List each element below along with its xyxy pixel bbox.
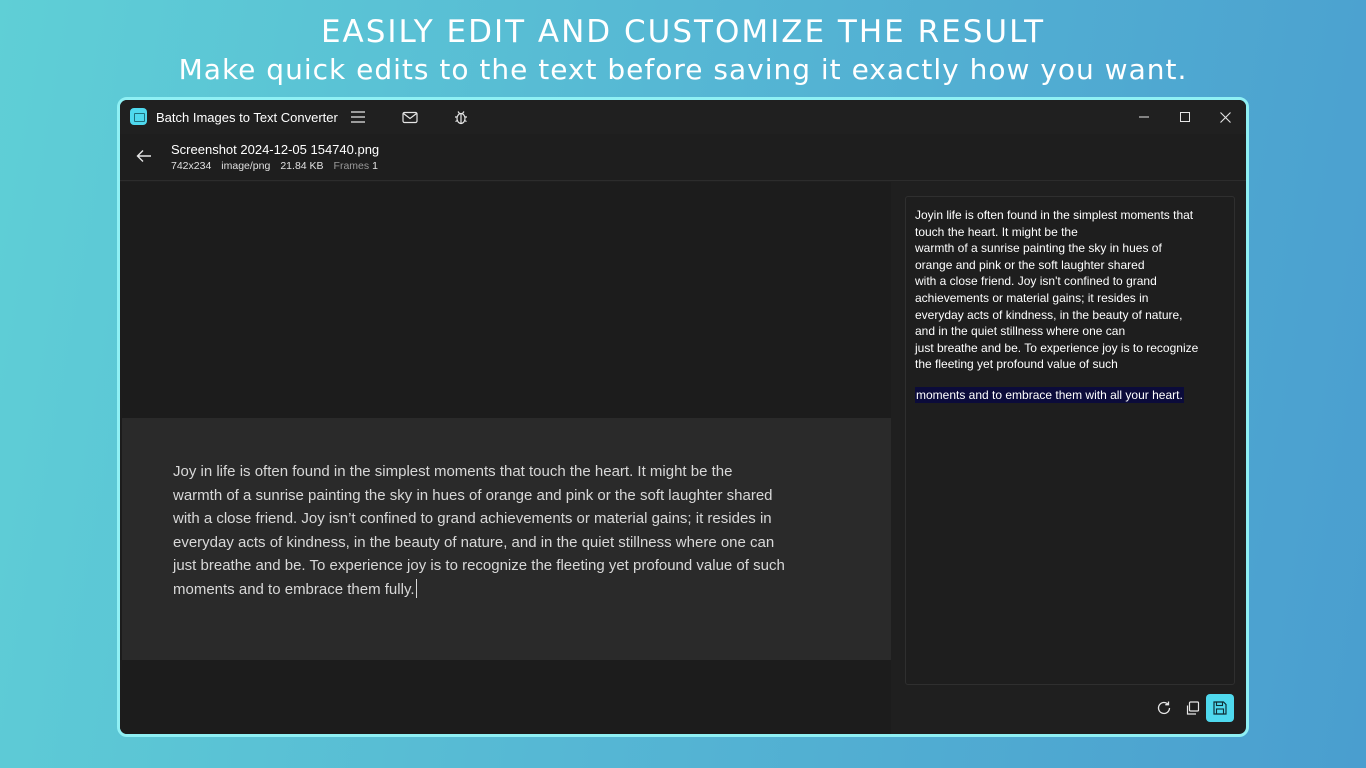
copy-button[interactable] xyxy=(1179,695,1205,721)
frames-info: Frames 1 xyxy=(334,160,378,172)
file-name: Screenshot 2024-12-05 154740.png xyxy=(171,142,380,157)
file-mime: image/png xyxy=(221,160,271,172)
app-title: Batch Images to Text Converter xyxy=(156,110,338,125)
refresh-button[interactable] xyxy=(1151,695,1177,721)
source-image: Joy in life is often found in the simple… xyxy=(122,418,891,660)
result-text-editor[interactable]: Joyin life is often found in the simples… xyxy=(905,196,1235,685)
save-icon xyxy=(1213,701,1227,715)
close-icon xyxy=(1219,111,1231,123)
back-button[interactable] xyxy=(132,144,156,168)
minimize-icon xyxy=(1139,116,1149,118)
bug-icon[interactable] xyxy=(448,104,474,130)
source-image-text: Joy in life is often found in the simple… xyxy=(173,460,843,601)
text-caret xyxy=(415,578,417,598)
maximize-button[interactable] xyxy=(1165,100,1205,134)
back-arrow-icon xyxy=(136,150,151,162)
copy-icon xyxy=(1186,700,1199,715)
frames-label: Frames xyxy=(333,160,370,172)
image-preview-area: Joy in life is often found in the simple… xyxy=(120,182,891,734)
hero-title: EASILY EDIT AND CUSTOMIZE THE RESULT xyxy=(320,14,1046,50)
hero-subtitle: Make quick edits to the text before savi… xyxy=(178,53,1188,86)
editor-text[interactable]: Joyin life is often found in the simples… xyxy=(915,207,1229,373)
close-button[interactable] xyxy=(1205,100,1245,134)
editor-selected-text[interactable]: moments and to embrace them with all you… xyxy=(915,387,1184,403)
menu-icon[interactable] xyxy=(345,104,371,130)
file-size: 21.84 KB xyxy=(280,160,324,172)
app-window: Batch Images to Text Converter Screensho… xyxy=(117,97,1249,737)
file-meta: 742x234 image/png 21.84 KB Frames 1 xyxy=(171,160,378,172)
file-info-bar: Screenshot 2024-12-05 154740.png 742x234… xyxy=(120,134,1246,181)
maximize-icon xyxy=(1180,112,1190,122)
save-button[interactable] xyxy=(1206,694,1234,722)
title-bar: Batch Images to Text Converter xyxy=(120,100,1246,134)
frames-value: 1 xyxy=(372,160,378,172)
app-logo-icon xyxy=(130,108,147,125)
minimize-button[interactable] xyxy=(1124,100,1164,134)
mail-icon[interactable] xyxy=(397,104,423,130)
source-image-text-content: Joy in life is often found in the simple… xyxy=(173,463,785,598)
file-dimensions: 742x234 xyxy=(171,160,212,172)
refresh-icon xyxy=(1157,701,1171,715)
